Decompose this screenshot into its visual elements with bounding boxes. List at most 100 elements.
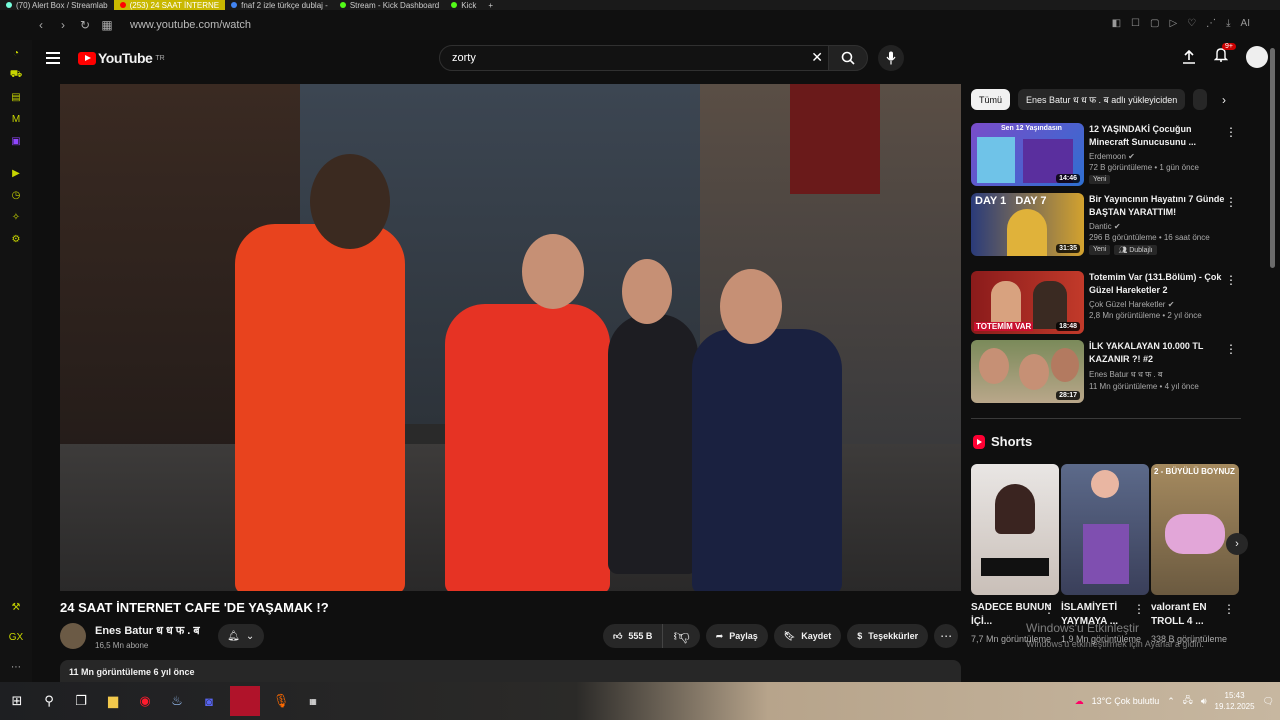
- short-thumbnail[interactable]: [971, 464, 1059, 595]
- video-thumbnail[interactable]: TOTEMİM VAR 18:48: [971, 271, 1084, 334]
- upload-icon[interactable]: [1182, 50, 1196, 64]
- twitch-icon[interactable]: ▣: [9, 134, 23, 148]
- shop-icon[interactable]: ⛟: [9, 68, 23, 82]
- search-icon[interactable]: ⚲: [38, 690, 60, 712]
- close-icon[interactable]: ✕: [811, 49, 823, 66]
- back-icon[interactable]: ‹: [32, 16, 50, 34]
- thanks-button[interactable]: $ Teşekkürler: [847, 624, 929, 648]
- short-thumbnail[interactable]: 2 - BÜYÜLÜ BOYNUZ: [1151, 464, 1239, 595]
- recommended-video[interactable]: Sen 12 Yaşındasın 14:46 12 YAŞINDAKİ Çoc…: [971, 123, 1241, 187]
- search-input[interactable]: zorty ✕: [439, 45, 834, 71]
- chevron-right-icon[interactable]: ›: [1214, 90, 1234, 110]
- search-button[interactable]: [828, 45, 868, 71]
- gx-icon[interactable]: GX: [9, 630, 23, 644]
- video-title[interactable]: Totemim Var (131.Bölüm) - Çok Güzel Hare…: [1089, 271, 1227, 297]
- apps-grid-icon[interactable]: ▦: [98, 16, 116, 34]
- share-button[interactable]: ➦ Paylaş: [705, 624, 768, 648]
- scrollbar-thumb[interactable]: [1270, 48, 1275, 268]
- forward-icon[interactable]: ›: [54, 16, 72, 34]
- microphone-app-icon[interactable]: 🎙︎: [270, 690, 292, 712]
- url-field[interactable]: www.youtube.com/watch: [130, 19, 251, 31]
- browser-tab[interactable]: fnaf 2 izle türkçe dublaj -: [225, 0, 334, 10]
- play-icon[interactable]: ▷: [1169, 18, 1177, 29]
- notes-icon[interactable]: ▤: [9, 90, 23, 104]
- speed-dial-icon[interactable]: ◔: [9, 46, 23, 60]
- steam-icon[interactable]: ♨: [166, 690, 188, 712]
- video-player[interactable]: [60, 84, 961, 591]
- video-title[interactable]: İLK YAKALAYAN 10.000 TL KAZANIR ?! #2: [1089, 340, 1227, 366]
- opera-gx-icon[interactable]: ◉: [134, 690, 156, 712]
- recommended-video[interactable]: DAY 1 DAY 7 31:35 Bir Yayıncının Hayatın…: [971, 193, 1241, 257]
- browser-tab[interactable]: Stream - Kick Dashboard: [334, 0, 445, 10]
- more-vert-icon[interactable]: ⋮: [1133, 602, 1145, 616]
- task-view-icon[interactable]: ❐: [70, 690, 92, 712]
- menu-icon[interactable]: [46, 52, 68, 64]
- reload-icon[interactable]: ↻: [76, 16, 94, 34]
- channel-name[interactable]: Enes Batur ध ध फ . ब: [1089, 369, 1227, 380]
- more-vert-icon[interactable]: ⋮: [1225, 342, 1237, 356]
- tools-icon[interactable]: ⚒: [9, 600, 23, 614]
- more-vert-icon[interactable]: ⋮: [1225, 195, 1237, 209]
- ai-icon[interactable]: AI: [1241, 18, 1250, 29]
- more-actions-button[interactable]: ⋯: [934, 624, 959, 648]
- description-box[interactable]: 11 Mn görüntüleme 6 yıl önce: [60, 660, 961, 682]
- more-vert-icon[interactable]: ⋮: [1225, 273, 1237, 287]
- save-button[interactable]: 🔖︎ Kaydet: [773, 624, 842, 648]
- recommended-video[interactable]: 28:17 İLK YAKALAYAN 10.000 TL KAZANIR ?!…: [971, 340, 1241, 404]
- chip-from-uploader[interactable]: Enes Batur ध ध फ . ब adlı yükleyiciden: [1018, 89, 1186, 110]
- clock[interactable]: 15:43 19.12.2025: [1215, 690, 1255, 712]
- discord-icon[interactable]: ◙: [198, 690, 220, 712]
- avatar[interactable]: [1246, 46, 1268, 68]
- chevron-right-icon[interactable]: ›: [1226, 533, 1248, 555]
- new-tab-button[interactable]: +: [482, 0, 499, 10]
- messenger-icon[interactable]: M: [9, 112, 23, 126]
- chevron-up-icon[interactable]: ⌃: [1167, 696, 1175, 707]
- gear-icon[interactable]: ⚙: [9, 232, 23, 246]
- more-vert-icon[interactable]: ⋮: [1043, 602, 1055, 616]
- heart-icon[interactable]: ♡: [1187, 18, 1196, 29]
- network-icon[interactable]: 🖧︎: [1183, 693, 1193, 709]
- more-icon[interactable]: ⋯: [9, 660, 23, 674]
- browser-tab-active[interactable]: (253) 24 SAAT İNTERNE: [113, 0, 226, 10]
- video-thumbnail[interactable]: 28:17: [971, 340, 1084, 403]
- more-vert-icon[interactable]: ⋮: [1223, 602, 1235, 616]
- volume-icon[interactable]: 🔊︎: [1201, 696, 1207, 707]
- voice-search-button[interactable]: [878, 45, 904, 71]
- channel-avatar[interactable]: [60, 623, 86, 649]
- extension-icon[interactable]: ◧: [1112, 18, 1121, 29]
- extensions-icon[interactable]: ✧: [9, 210, 23, 224]
- windows-start-icon[interactable]: ⊞: [6, 690, 28, 712]
- more-vert-icon[interactable]: ⋮: [1225, 125, 1237, 139]
- dislike-button[interactable]: 👎︎: [663, 624, 699, 648]
- recommended-video[interactable]: TOTEMİM VAR 18:48 Totemim Var (131.Bölüm…: [971, 271, 1241, 335]
- chip-all[interactable]: Tümü: [971, 89, 1011, 110]
- obs-icon[interactable]: ▦: [302, 690, 324, 712]
- cast-icon[interactable]: ▢: [1150, 18, 1159, 29]
- channel-name[interactable]: Enes Batur ध ध फ . ब: [95, 623, 200, 638]
- short-thumbnail[interactable]: [1061, 464, 1149, 595]
- player-icon[interactable]: ▶: [9, 166, 23, 180]
- subscribed-bell-button[interactable]: 🔔︎ ⌄: [217, 624, 264, 648]
- browser-tab[interactable]: (70) Alert Box / Streamlab: [0, 0, 114, 10]
- like-button[interactable]: 👍︎ 555 B: [603, 624, 664, 648]
- video-thumbnail[interactable]: DAY 1 DAY 7 31:35: [971, 193, 1084, 256]
- settings-icon[interactable]: ⋰: [1206, 18, 1216, 29]
- notification-center-icon[interactable]: 🗨︎: [1263, 696, 1274, 707]
- video-title[interactable]: Bir Yayıncının Hayatını 7 Günde BAŞTAN Y…: [1089, 193, 1227, 219]
- chip-partial[interactable]: [1193, 89, 1208, 110]
- channel-name[interactable]: Erdemoon ✔︎: [1089, 152, 1227, 161]
- bookmark-icon[interactable]: ☐: [1131, 18, 1140, 29]
- browser-tab[interactable]: Kick: [445, 0, 482, 10]
- channel-name[interactable]: Çok Güzel Hareketler ✔︎: [1089, 300, 1227, 309]
- weather-text[interactable]: 13°C Çok bulutlu: [1092, 696, 1160, 706]
- app-icon[interactable]: [230, 686, 260, 716]
- video-title[interactable]: 12 YAŞINDAKİ Çocuğun Minecraft Sunucusun…: [1089, 123, 1227, 149]
- youtube-logo[interactable]: YouTube TR: [78, 50, 165, 66]
- channel-name[interactable]: Dantic ✔︎: [1089, 222, 1227, 231]
- page-scrollbar[interactable]: [1270, 40, 1276, 682]
- file-explorer-icon[interactable]: ▆: [102, 690, 124, 712]
- notifications-button[interactable]: 9+: [1213, 43, 1236, 67]
- history-icon[interactable]: ◷: [9, 188, 23, 202]
- download-icon[interactable]: ⤓: [1226, 18, 1230, 29]
- video-thumbnail[interactable]: Sen 12 Yaşındasın 14:46: [971, 123, 1084, 186]
